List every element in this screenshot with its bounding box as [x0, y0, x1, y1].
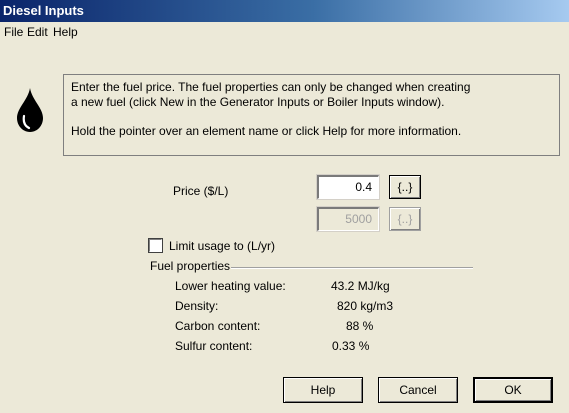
- carbon-content-label[interactable]: Carbon content:: [175, 317, 260, 335]
- help-button[interactable]: Help: [283, 377, 363, 403]
- limit-usage-checkbox[interactable]: [148, 238, 163, 253]
- menu-edit[interactable]: Edit: [27, 22, 48, 42]
- lower-heating-value-label[interactable]: Lower heating value:: [175, 277, 286, 295]
- ok-button[interactable]: OK: [473, 377, 553, 403]
- fuel-properties-divider: [231, 267, 473, 269]
- info-line-2: a new fuel (click New in the Generator I…: [71, 95, 445, 109]
- info-line-1: Enter the fuel price. The fuel propertie…: [71, 80, 471, 94]
- sulfur-content-label[interactable]: Sulfur content:: [175, 337, 252, 355]
- limit-usage-input: 5000: [316, 206, 380, 232]
- density-value: 820 kg/m3: [337, 299, 394, 313]
- density-label[interactable]: Density:: [175, 297, 218, 315]
- fuel-drop-icon: [17, 88, 43, 132]
- window-title: Diesel Inputs: [3, 3, 84, 18]
- price-input[interactable]: 0.4: [316, 174, 380, 200]
- diesel-inputs-window: Diesel Inputs File Edit Help Enter the f…: [0, 0, 569, 413]
- menu-file[interactable]: File: [4, 22, 23, 42]
- info-line-3: Hold the pointer over an element name or…: [71, 124, 462, 138]
- price-label[interactable]: Price ($/L): [173, 183, 228, 199]
- price-lookup-button[interactable]: {..}: [389, 175, 421, 199]
- info-box: Enter the fuel price. The fuel propertie…: [63, 74, 560, 156]
- limit-usage-label[interactable]: Limit usage to (L/yr): [169, 238, 275, 254]
- menu-bar: File Edit Help: [0, 22, 569, 42]
- title-bar[interactable]: Diesel Inputs: [0, 0, 569, 22]
- limit-usage-lookup-button: {..}: [389, 207, 421, 231]
- sulfur-content-value: 0.33 %: [332, 339, 370, 353]
- lower-heating-value: 43.2 MJ/kg: [331, 279, 390, 293]
- menu-help[interactable]: Help: [53, 22, 78, 42]
- carbon-content-value: 88 %: [346, 319, 374, 333]
- fuel-properties-heading: Fuel properties: [150, 259, 231, 273]
- cancel-button[interactable]: Cancel: [378, 377, 458, 403]
